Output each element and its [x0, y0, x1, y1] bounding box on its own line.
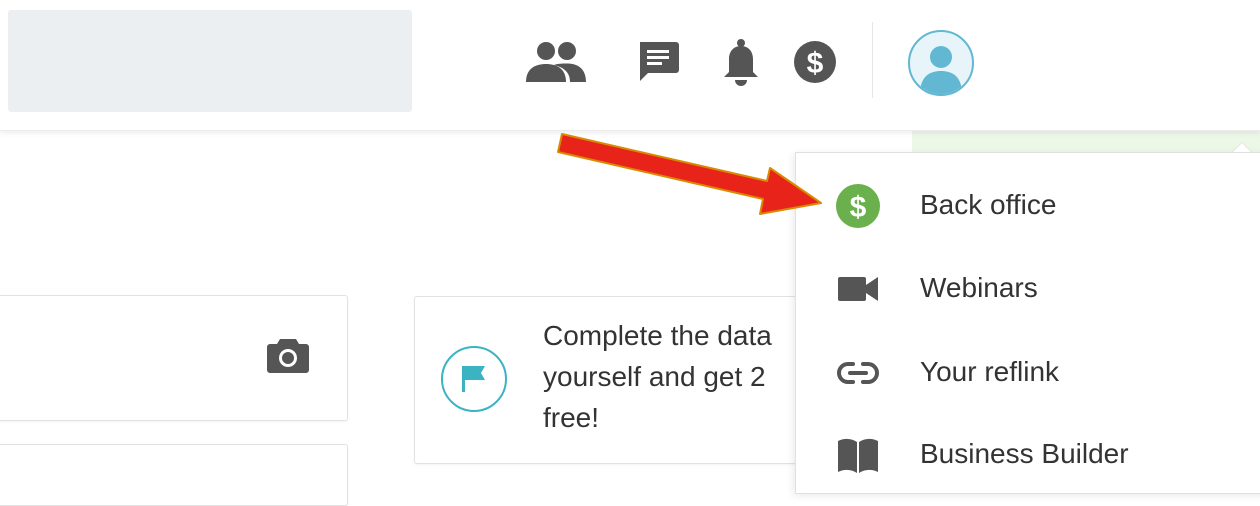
user-avatar-icon[interactable] — [908, 30, 974, 96]
menu-item-webinars[interactable]: Webinars — [796, 259, 1260, 319]
notification-strip — [912, 130, 1260, 154]
dropdown-caret — [1232, 142, 1252, 152]
chat-icon[interactable] — [636, 40, 680, 84]
secondary-card — [0, 444, 348, 506]
complete-data-message: Complete the data yourself and get 2 fre… — [543, 320, 772, 433]
divider — [872, 22, 873, 98]
menu-item-label: Business Builder — [920, 438, 1129, 469]
users-icon[interactable] — [524, 40, 588, 84]
dollar-icon[interactable]: $ — [793, 40, 837, 84]
menu-item-business-builder[interactable]: Business Builder — [796, 425, 1260, 485]
menu-item-label: Back office — [920, 189, 1057, 220]
svg-text:$: $ — [807, 47, 824, 80]
menu-item-your-reflink[interactable]: Your reflink — [796, 343, 1260, 403]
annotation-arrow — [555, 110, 835, 225]
search-input[interactable] — [8, 10, 412, 112]
video-camera-icon — [836, 269, 880, 309]
flag-icon — [441, 346, 507, 412]
link-icon — [836, 353, 880, 393]
bell-icon[interactable] — [720, 38, 762, 86]
dollar-circle-icon: $ — [836, 184, 880, 228]
menu-item-label: Webinars — [920, 272, 1038, 303]
book-icon — [836, 435, 880, 475]
menu-item-back-office[interactable]: $ Back office — [796, 176, 1260, 236]
menu-item-label: Your reflink — [920, 356, 1060, 387]
account-dropdown-menu: $ Back office Webinars Your reflink Busi… — [795, 152, 1260, 494]
svg-text:$: $ — [850, 191, 867, 224]
camera-icon[interactable] — [266, 336, 310, 379]
